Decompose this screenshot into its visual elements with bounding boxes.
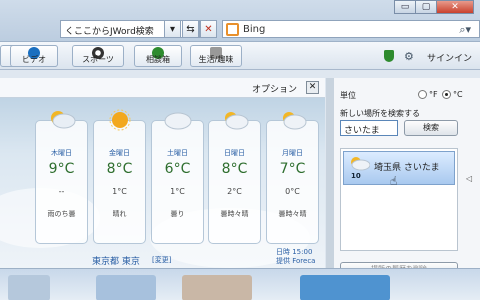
forecast-day: 日曜日 — [224, 149, 245, 157]
new-location-label: 新しい場所を検索する — [340, 109, 420, 118]
close-icon[interactable]: ✕ — [306, 81, 319, 94]
forecast-condition: 雨のち曇 — [47, 210, 76, 218]
gear-icon[interactable]: ⚙ — [404, 50, 414, 63]
forecast-condition: 曇時々晴 — [278, 210, 307, 218]
rain-cloud-icon — [50, 111, 75, 129]
search-box[interactable]: Bing ⌕▾ — [222, 20, 480, 38]
forecast-low: 0°C — [285, 187, 300, 196]
hand-cursor-icon: ☝ — [390, 174, 398, 188]
signin-link[interactable]: サインイン — [427, 51, 472, 64]
forecast-condition: 曇り — [170, 210, 185, 218]
page-thumbnail — [300, 275, 390, 300]
restore-button[interactable]: ▢ — [415, 0, 437, 14]
options-link[interactable]: オプション — [252, 82, 297, 95]
result-temperature: 10 — [351, 172, 361, 180]
forecast-day: 木曜日 — [51, 149, 72, 157]
provider-label: 提供 Foreca — [276, 257, 316, 265]
forecast-card: 土曜日 6°C 1°C 曇り — [151, 112, 204, 244]
forecast-high: 9°C — [48, 161, 75, 177]
sun-cloud-icon — [282, 112, 306, 130]
location-settings-panel: 単位 °F °C 新しい場所を検索する さいたま 検索 10 埼玉県 さいたま … — [334, 78, 480, 276]
page-thumbnail — [182, 275, 252, 300]
forecast-day: 土曜日 — [167, 149, 188, 157]
bing-logo-icon — [226, 23, 239, 36]
window-controls: ▭ ▢ ✕ — [394, 0, 474, 14]
location-search-input[interactable]: さいたま — [340, 120, 398, 136]
forecast-low: 1°C — [112, 187, 127, 196]
forecast-high: 7°C — [279, 161, 306, 177]
location-result-item[interactable]: 10 埼玉県 さいたま ☝ — [343, 151, 455, 188]
close-window-button[interactable]: ✕ — [436, 0, 474, 14]
result-location-name: 埼玉県 さいたま — [374, 163, 440, 173]
search-engine-label: Bing — [243, 24, 266, 35]
stop-icon[interactable]: ✕ — [200, 20, 217, 38]
location-results-list: 10 埼玉県 さいたま ☝ — [340, 148, 458, 251]
sun-cloud-icon — [224, 112, 248, 130]
window-chrome: ▭ ▢ ✕ くここからJWord検索 ▾ ⇆ ✕ Bing ⌕▾ — [0, 0, 480, 42]
collapse-arrow-icon[interactable]: ◁ — [466, 174, 472, 183]
location-search-button[interactable]: 検索 — [404, 120, 458, 136]
toolbar-button-video[interactable]: ビデオ — [10, 45, 58, 67]
forecast-day: 金曜日 — [109, 149, 130, 157]
refresh-icon[interactable]: ⇆ — [182, 20, 199, 38]
sun-cloud-icon — [351, 157, 370, 171]
forecast-card: 日曜日 8°C 2°C 曇時々晴 — [208, 112, 261, 244]
location-label: 東京都 東京 — [92, 257, 140, 267]
panel-divider — [326, 78, 334, 268]
toolbar-label: ビデオ — [22, 55, 46, 64]
page-thumbnail — [96, 275, 156, 300]
weather-header: オプション ✕ — [0, 78, 325, 98]
update-time: 日時 15:00 — [276, 248, 313, 256]
shield-icon[interactable] — [384, 50, 394, 62]
change-location-link[interactable]: [変更] — [152, 255, 171, 265]
unit-c-radio[interactable] — [442, 90, 451, 99]
unit-f-label: °F — [429, 90, 438, 99]
toolbar-label: 相談箱 — [146, 55, 170, 64]
address-dropdown-button[interactable]: ▾ — [164, 20, 181, 38]
forecast-condition: 晴れ — [112, 210, 127, 218]
toolbar: ビデオ スポーツ 相談箱 生活/趣味 ⚙ サインイン — [0, 42, 480, 70]
unit-label: 単位 — [340, 91, 356, 100]
toolbar-label: スポーツ — [82, 55, 114, 64]
forecast-high: 6°C — [164, 161, 191, 177]
sun-icon — [109, 109, 130, 131]
forecast-card: 月曜日 7°C 0°C 曇時々晴 — [266, 112, 319, 244]
forecast-card: 木曜日 9°C -- 雨のち曇 — [35, 111, 88, 244]
toolbar-button-consult[interactable]: 相談箱 — [134, 45, 182, 67]
forecast-condition: 曇時々晴 — [220, 210, 249, 218]
forecast-low: -- — [58, 187, 65, 196]
forecast-card: 金曜日 8°C 1°C 晴れ — [93, 109, 146, 244]
toolbar-button-sports[interactable]: スポーツ — [72, 45, 124, 67]
toolbar-label: 生活/趣味 — [198, 55, 234, 64]
forecast-low: 2°C — [227, 187, 242, 196]
minimize-button[interactable]: ▭ — [394, 0, 416, 14]
forecast-day: 月曜日 — [282, 149, 303, 157]
search-icon[interactable]: ⌕▾ — [459, 23, 471, 37]
page-content-strip — [0, 268, 480, 300]
forecast-high: 8°C — [221, 161, 248, 177]
weather-panel: オプション ✕ 木曜日 9°C -- 雨のち曇 金曜日 8°C 1°C 晴れ 土… — [0, 78, 325, 268]
unit-c-label: °C — [453, 90, 463, 99]
unit-f-radio[interactable] — [418, 90, 427, 99]
toolbar-button-life[interactable]: 生活/趣味 — [190, 45, 242, 67]
cloud-icon — [164, 112, 191, 130]
page-thumbnail — [8, 275, 50, 300]
forecast-high: 8°C — [106, 161, 133, 177]
forecast-low: 1°C — [170, 187, 185, 196]
update-info: 日時 15:00 提供 Foreca — [276, 248, 315, 266]
